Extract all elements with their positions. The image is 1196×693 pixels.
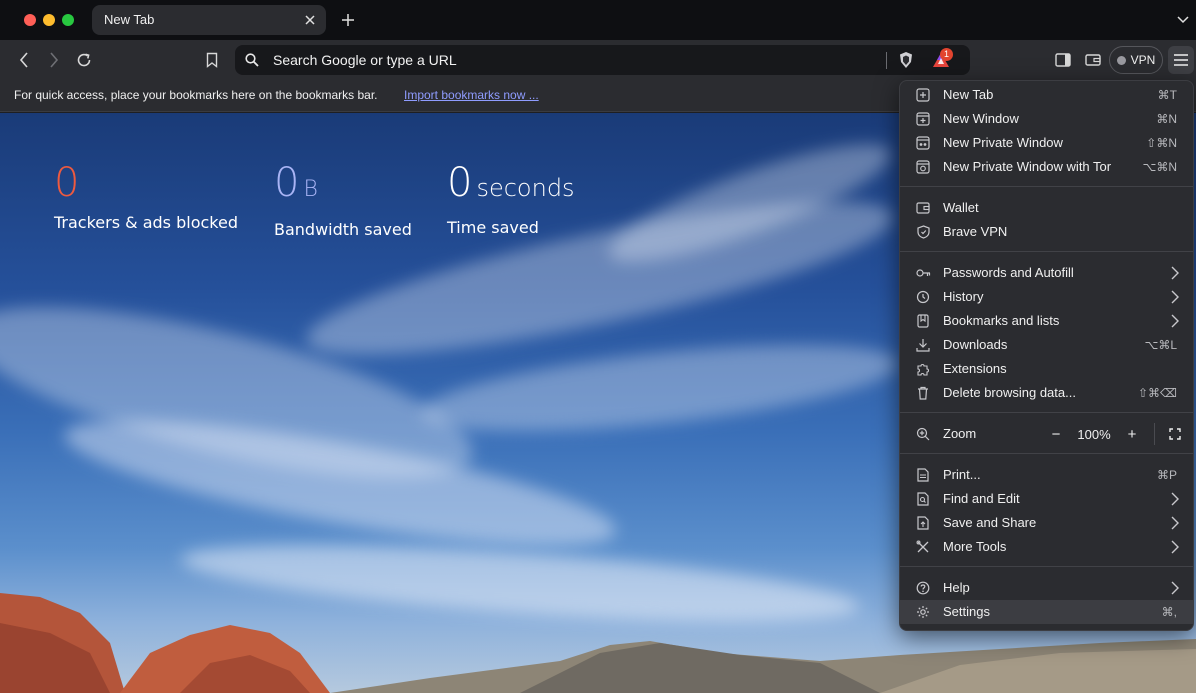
history-icon bbox=[915, 289, 931, 305]
chevron-right-icon bbox=[1171, 581, 1179, 595]
menu-item-bookmarks[interactable]: Bookmarks and lists bbox=[900, 309, 1193, 333]
menu-item-help[interactable]: Help bbox=[900, 576, 1193, 600]
stat-time: 0 seconds Time saved bbox=[447, 161, 575, 237]
window-minimize-button[interactable] bbox=[43, 14, 55, 26]
menu-item-new-window[interactable]: New Window ⌘N bbox=[900, 107, 1193, 131]
bookmarks-icon bbox=[915, 313, 931, 329]
find-document-icon bbox=[915, 491, 931, 507]
share-document-icon bbox=[915, 515, 931, 531]
private-window-icon bbox=[915, 135, 931, 151]
search-icon bbox=[245, 53, 259, 67]
menu-item-new-tab[interactable]: New Tab ⌘T bbox=[900, 83, 1193, 107]
zoom-out-button[interactable]: − bbox=[1042, 426, 1070, 443]
menu-item-more-tools[interactable]: More Tools bbox=[900, 535, 1193, 559]
menu-item-find-edit[interactable]: Find and Edit bbox=[900, 487, 1193, 511]
menu-item-print[interactable]: Print... ⌘P bbox=[900, 463, 1193, 487]
menu-divider bbox=[900, 186, 1193, 187]
hamburger-icon bbox=[1174, 54, 1188, 66]
menu-item-history[interactable]: History bbox=[900, 285, 1193, 309]
menu-divider bbox=[900, 566, 1193, 567]
address-bar-placeholder: Search Google or type a URL bbox=[273, 52, 457, 68]
wallet-icon[interactable] bbox=[1083, 50, 1103, 70]
bookmarks-bar-hint: For quick access, place your bookmarks h… bbox=[14, 88, 378, 102]
zoom-in-button[interactable]: + bbox=[1118, 426, 1146, 443]
menu-item-new-private-window-tor[interactable]: New Private Window with Tor ⌥⌘N bbox=[900, 155, 1193, 179]
tab-title: New Tab bbox=[104, 12, 155, 27]
menu-item-passwords[interactable]: Passwords and Autofill bbox=[900, 261, 1193, 285]
vpn-shield-icon bbox=[915, 224, 931, 240]
chevron-right-icon bbox=[1171, 314, 1179, 328]
menu-divider bbox=[900, 453, 1193, 454]
tab-strip: New Tab bbox=[0, 0, 1196, 40]
menu-button[interactable] bbox=[1168, 46, 1194, 74]
window-maximize-button[interactable] bbox=[62, 14, 74, 26]
stat-bandwidth-value: 0B bbox=[274, 160, 318, 206]
chevron-down-icon[interactable] bbox=[1174, 11, 1192, 29]
vpn-label: VPN bbox=[1130, 53, 1156, 67]
menu-item-save-share[interactable]: Save and Share bbox=[900, 511, 1193, 535]
divider bbox=[1154, 423, 1155, 445]
print-icon bbox=[915, 467, 931, 483]
stat-trackers-value: 0 bbox=[54, 160, 80, 206]
puzzle-icon bbox=[915, 361, 931, 377]
chevron-right-icon bbox=[1171, 540, 1179, 554]
menu-item-wallet[interactable]: Wallet bbox=[900, 196, 1193, 220]
chevron-right-icon bbox=[1171, 492, 1179, 506]
menu-item-brave-vpn[interactable]: Brave VPN bbox=[900, 220, 1193, 244]
new-tab-icon bbox=[915, 87, 931, 103]
menu-item-downloads[interactable]: Downloads ⌥⌘L bbox=[900, 333, 1193, 357]
menu-item-new-private-window[interactable]: New Private Window ⇧⌘N bbox=[900, 131, 1193, 155]
menu-item-extensions[interactable]: Extensions bbox=[900, 357, 1193, 381]
stat-trackers: 0 Trackers & ads blocked bbox=[54, 161, 238, 232]
tor-window-icon bbox=[915, 159, 931, 175]
menu-divider bbox=[900, 251, 1193, 252]
divider bbox=[886, 52, 887, 69]
chevron-right-icon bbox=[1171, 516, 1179, 530]
help-icon bbox=[915, 580, 931, 596]
tab-new-tab[interactable]: New Tab bbox=[92, 5, 326, 35]
zoom-level: 100% bbox=[1077, 426, 1111, 442]
vpn-status-icon bbox=[1116, 55, 1126, 65]
zoom-controls: − 100% + bbox=[1042, 422, 1185, 446]
stat-time-value: 0 seconds bbox=[447, 160, 575, 206]
rewards-badge: 1 bbox=[940, 48, 953, 61]
menu-item-settings[interactable]: Settings ⌘, bbox=[900, 600, 1193, 624]
new-window-icon bbox=[915, 111, 931, 127]
wallet-icon bbox=[915, 200, 931, 216]
fullscreen-icon[interactable] bbox=[1165, 424, 1185, 444]
stat-time-label: Time saved bbox=[447, 218, 539, 237]
brave-shields-icon[interactable] bbox=[897, 51, 915, 69]
trash-icon bbox=[915, 385, 931, 401]
address-bar[interactable]: Search Google or type a URL 1 bbox=[235, 45, 970, 75]
menu-divider bbox=[900, 412, 1193, 413]
bookmark-icon[interactable] bbox=[202, 50, 222, 70]
back-arrow-icon[interactable] bbox=[14, 50, 34, 70]
stat-trackers-label: Trackers & ads blocked bbox=[54, 213, 238, 232]
app-menu: New Tab ⌘T New Window ⌘N New Private Win… bbox=[899, 80, 1194, 631]
plus-icon[interactable] bbox=[338, 10, 358, 30]
zoom-icon bbox=[915, 426, 931, 442]
download-icon bbox=[915, 337, 931, 353]
gear-icon bbox=[915, 604, 931, 620]
chevron-right-icon bbox=[1171, 266, 1179, 280]
forward-arrow-icon[interactable] bbox=[44, 50, 64, 70]
chevron-right-icon bbox=[1171, 290, 1179, 304]
sidebar-icon[interactable] bbox=[1053, 50, 1073, 70]
stat-bandwidth-label: Bandwidth saved bbox=[274, 220, 412, 239]
close-icon[interactable] bbox=[302, 12, 318, 28]
tools-icon bbox=[915, 539, 931, 555]
stat-bandwidth: 0B Bandwidth saved bbox=[274, 161, 412, 239]
key-icon bbox=[915, 265, 931, 281]
menu-item-zoom: Zoom − 100% + bbox=[900, 422, 1193, 446]
window-close-button[interactable] bbox=[24, 14, 36, 26]
reload-icon[interactable] bbox=[74, 50, 94, 70]
menu-item-delete-browsing-data[interactable]: Delete browsing data... ⇧⌘⌫ bbox=[900, 381, 1193, 405]
import-bookmarks-link[interactable]: Import bookmarks now ... bbox=[404, 88, 539, 102]
vpn-button[interactable]: VPN bbox=[1109, 46, 1163, 74]
